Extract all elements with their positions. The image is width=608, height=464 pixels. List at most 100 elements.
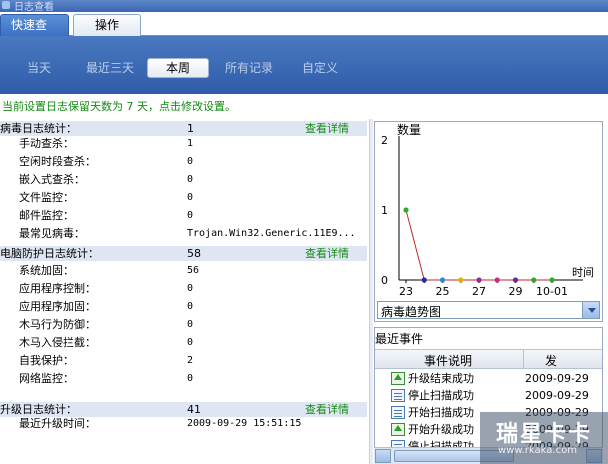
- log-icon: [391, 406, 405, 419]
- tab-quick-view[interactable]: 快速查看: [0, 14, 69, 53]
- stat-value: 0: [187, 210, 194, 221]
- x-tick-label: 10-01: [536, 285, 568, 298]
- trend-chart: 数量时间 0 1 2 23 25 27 29 10-01: [381, 122, 594, 298]
- stat-row: 邮件监控： 0: [0, 207, 367, 225]
- protection-log-total: 58: [187, 247, 201, 260]
- series-line: [405, 209, 552, 281]
- column-resize-handle[interactable]: [523, 350, 524, 368]
- watermark-logo: 瑞星卡卡 www.rkaka.com: [480, 412, 608, 464]
- virus-log-details-link[interactable]: 查看详情: [305, 121, 349, 136]
- app-icon: [2, 1, 10, 9]
- upgrade-icon: [391, 423, 405, 436]
- stat-row: 手动查杀： 1: [0, 135, 367, 153]
- range-last-three-days-button[interactable]: 最近三天: [78, 58, 142, 78]
- stat-value: 0: [187, 337, 194, 348]
- data-point: [549, 277, 555, 283]
- events-table-header: 事件说明 发: [375, 349, 602, 369]
- event-description: 停止扫描成功: [408, 389, 474, 402]
- y-tick-label: 1: [381, 204, 388, 217]
- stat-label: 系统加固：: [19, 264, 74, 277]
- data-point: [476, 277, 482, 283]
- stat-value: 1: [187, 138, 194, 149]
- window-title-bar: 日志查看: [0, 0, 608, 13]
- range-today-button[interactable]: 当天: [12, 58, 66, 78]
- chevron-down-icon[interactable]: [582, 302, 599, 318]
- range-custom-button[interactable]: 自定义: [292, 58, 348, 78]
- range-this-week-button[interactable]: 本周: [147, 58, 209, 78]
- data-point: [421, 277, 427, 283]
- stat-label: 应用程序控制：: [19, 282, 96, 295]
- data-point: [403, 207, 409, 213]
- stat-label: 自我保护：: [19, 354, 74, 367]
- stat-value: 0: [187, 301, 194, 312]
- chart-type-value: 病毒趋势图: [381, 305, 442, 319]
- tab-operations[interactable]: 操作: [73, 14, 141, 37]
- stat-value: 0: [187, 283, 194, 294]
- chart-type-select[interactable]: 病毒趋势图: [377, 301, 600, 319]
- stat-row: 系统加固： 56: [0, 262, 367, 280]
- event-row[interactable]: 停止扫描成功 2009-09-29: [391, 387, 591, 404]
- range-all-records-button[interactable]: 所有记录: [216, 58, 282, 78]
- stat-row: 应用程序控制： 0: [0, 280, 367, 298]
- stat-label: 空闲时段查杀：: [19, 155, 96, 168]
- stat-row: 木马入侵拦截： 0: [0, 334, 367, 352]
- stat-label: 木马行为防御：: [19, 318, 96, 331]
- stat-label: 木马入侵拦截：: [19, 336, 96, 349]
- stat-row: 嵌入式查杀： 0: [0, 171, 367, 189]
- y-tick-label: 2: [381, 134, 388, 147]
- x-axis-title: 时间: [572, 266, 594, 279]
- recent-events-title: 最近事件: [375, 332, 424, 346]
- event-description: 升级结束成功: [408, 372, 474, 385]
- stat-label: 最常见病毒：: [19, 227, 85, 240]
- column-header-description[interactable]: 事件说明: [424, 352, 472, 369]
- data-point: [494, 277, 500, 283]
- data-point: [458, 277, 464, 283]
- event-description: 开始扫描成功: [408, 406, 474, 419]
- virus-log-header: 病毒日志统计： 1 查看详情: [0, 121, 367, 136]
- y-axis-title: 数量: [397, 122, 421, 137]
- stat-value: Trojan.Win32.Generic.11E9...: [187, 228, 356, 239]
- upgrade-icon: [391, 372, 405, 385]
- virus-log-total: 1: [187, 122, 194, 135]
- stat-value: 2: [187, 355, 194, 366]
- stat-label: 嵌入式查杀：: [19, 173, 85, 186]
- stat-row: 应用程序加固： 0: [0, 298, 367, 316]
- protection-log-title: 电脑防护日志统计：: [0, 247, 99, 260]
- event-date: 2009-09-29: [525, 389, 589, 402]
- column-header-time[interactable]: 发: [545, 352, 557, 369]
- stat-value: 0: [187, 192, 194, 203]
- tab-bar: 快速查看 操作: [0, 12, 608, 53]
- protection-log-header: 电脑防护日志统计： 58 查看详情: [0, 246, 367, 261]
- stat-value: 0: [187, 373, 194, 384]
- event-date: 2009-09-29: [525, 372, 589, 385]
- trend-chart-panel: 数量 时间 0 1 2 23 25 27 29 10-01: [374, 121, 603, 322]
- stat-row: 文件监控： 0: [0, 189, 367, 207]
- stat-value: 0: [187, 156, 194, 167]
- time-range-bar: 当天 最近三天 本周 所有记录 自定义: [0, 36, 608, 94]
- stat-label: 最近升级时间：: [19, 417, 96, 430]
- statistics-panel: 病毒日志统计： 1 查看详情 手动查杀： 1 空闲时段查杀： 0 嵌入式查杀： 0 文…: [0, 119, 367, 464]
- stat-value: 0: [187, 319, 194, 330]
- stat-label: 网络监控：: [19, 372, 74, 385]
- protection-log-details-link[interactable]: 查看详情: [305, 246, 349, 261]
- stat-row: 空闲时段查杀： 0: [0, 153, 367, 171]
- x-tick-label: 29: [509, 285, 523, 298]
- stat-value: 0: [187, 174, 194, 185]
- stat-row: 自我保护： 2: [0, 352, 367, 370]
- x-tick-label: 27: [472, 285, 486, 298]
- scroll-left-button[interactable]: [375, 449, 391, 463]
- virus-log-title: 病毒日志统计：: [0, 122, 77, 135]
- stat-value: 2009-09-29 15:51:15: [187, 418, 302, 429]
- stat-label: 邮件监控：: [19, 209, 74, 222]
- stat-value: 56: [187, 265, 200, 276]
- pane-splitter[interactable]: [369, 119, 373, 464]
- stat-row: 网络监控： 0: [0, 370, 367, 388]
- stat-row: 木马行为防御： 0: [0, 316, 367, 334]
- x-tick-label: 25: [436, 285, 450, 298]
- stat-label: 应用程序加固：: [19, 300, 96, 313]
- event-row[interactable]: 升级结束成功 2009-09-29: [391, 370, 591, 387]
- data-point: [512, 277, 519, 283]
- x-tick-label: 23: [399, 285, 413, 298]
- log-retention-notice-link[interactable]: 当前设置日志保留天数为 7 天，点击修改设置。: [2, 98, 236, 114]
- stat-row: 最常见病毒： Trojan.Win32.Generic.11E9...: [0, 225, 367, 243]
